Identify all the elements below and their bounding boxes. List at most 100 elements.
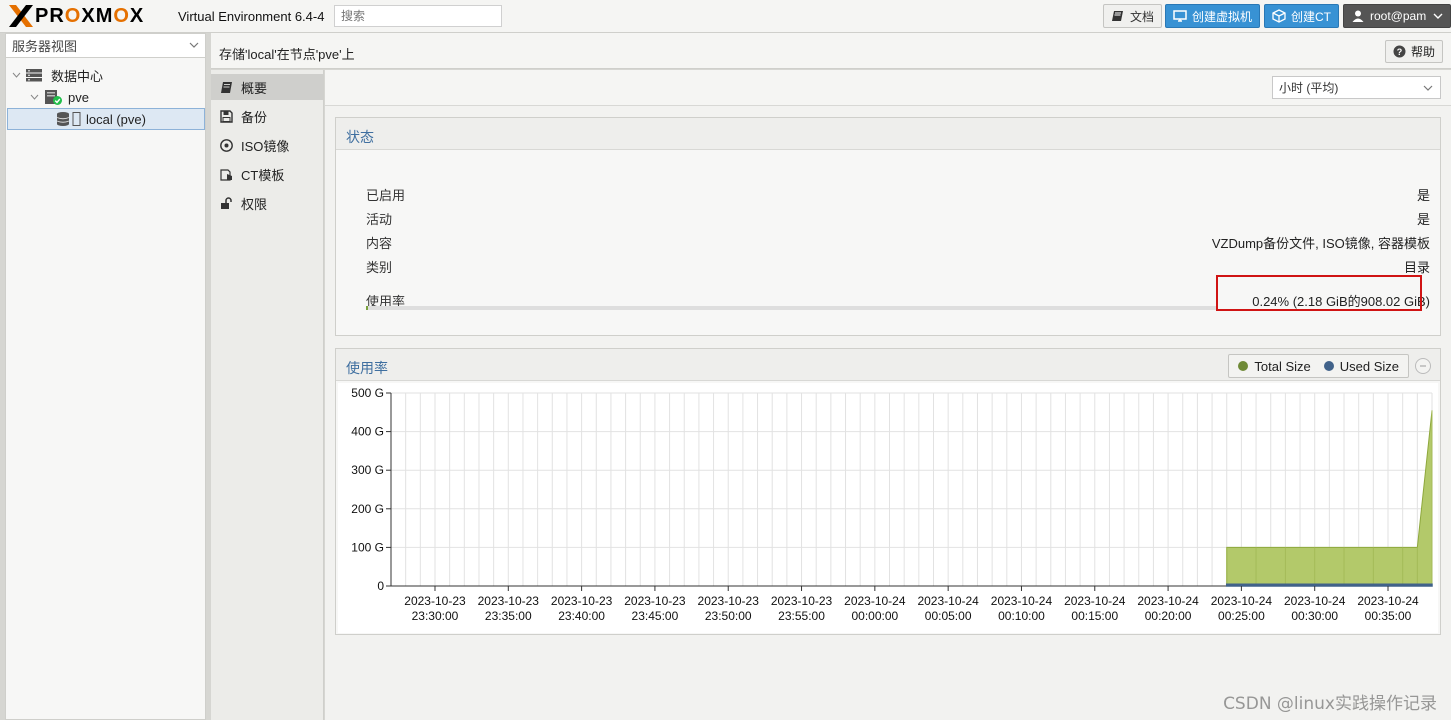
tree-item-storage-local[interactable]: local (pve): [7, 108, 205, 130]
help-button[interactable]: ? 帮助: [1384, 40, 1443, 63]
server-stack-icon: [26, 69, 42, 82]
summary-content: 小时 (平均) 状态 已启用 是 活动 是 内容 VZDump备份文件, ISO…: [325, 70, 1451, 720]
nav-label: CT模板: [241, 167, 285, 183]
resource-tree-panel: 服务器视图 数据中心 pve local (pve): [5, 33, 206, 720]
nav-label: 备份: [241, 109, 268, 125]
user-label: root@pam: [1370, 9, 1427, 23]
status-value: 是: [1416, 212, 1430, 227]
status-row-content: 内容 VZDump备份文件, ISO镜像, 容器模板: [366, 233, 1430, 253]
y-tick-label: 0: [377, 579, 384, 593]
y-tick-label: 100 G: [351, 540, 384, 554]
x-tick-label-date: 2023-10-23: [698, 594, 760, 608]
usage-chart-panel: 使用率 Total Size Used Size 0 100 G 200 G 300 …: [335, 348, 1441, 635]
y-tick-label: 500 G: [351, 386, 384, 400]
x-tick-label-time: 00:35:00: [1365, 609, 1412, 623]
y-tick-label: 400 G: [351, 425, 384, 439]
status-row-type: 类别 目录: [366, 257, 1430, 277]
x-tick-label-time: 23:55:00: [778, 609, 825, 623]
cube-icon: [1272, 9, 1286, 23]
x-tick-label-time: 23:45:00: [632, 609, 679, 623]
create-ct-label: 创建CT: [1291, 9, 1331, 24]
timeframe-select[interactable]: 小时 (平均): [1272, 76, 1441, 99]
user-menu-button[interactable]: root@pam: [1343, 4, 1451, 28]
chevron-down-icon: [1423, 85, 1433, 91]
chevron-down-icon: [1433, 13, 1443, 19]
series-area-used-size: [1225, 583, 1433, 587]
x-tick-label-time: 23:35:00: [485, 609, 532, 623]
template-icon: [220, 168, 232, 181]
monitor-icon: [1173, 10, 1187, 22]
status-panel: 状态 已启用 是 活动 是 内容 VZDump备份文件, ISO镜像, 容器模板…: [335, 117, 1441, 336]
chevron-down-icon: [189, 42, 199, 48]
help-label: 帮助: [1410, 45, 1435, 59]
book-icon: [1112, 11, 1123, 21]
collapse-tool-button[interactable]: [1415, 358, 1431, 374]
user-icon: [1352, 10, 1364, 22]
x-tick-label-time: 00:00:00: [851, 609, 898, 623]
tree-label-node: pve: [68, 89, 89, 105]
x-tick-label-date: 2023-10-23: [478, 594, 540, 608]
x-tick-label-time: 00:15:00: [1071, 609, 1118, 623]
usage-progress-bar: [366, 306, 1218, 310]
y-tick-label: 200 G: [351, 502, 384, 516]
usage-chart-area: 0 100 G 200 G 300 G 400 G 500 G 2023-10-23 23:3…: [338, 383, 1438, 633]
tree-item-datacenter[interactable]: 数据中心: [12, 65, 103, 85]
create-vm-button[interactable]: 创建虚拟机: [1165, 4, 1261, 28]
watermark: CSDN @linux实践操作记录: [1223, 694, 1437, 714]
status-key: 已启用: [366, 188, 406, 203]
floppy-icon: [220, 109, 233, 123]
content-header: 存储'local'在节点'pve'上 ? 帮助: [211, 33, 1451, 69]
x-tick-label-date: 2023-10-24: [917, 594, 979, 608]
status-row-active: 活动 是: [366, 209, 1430, 229]
x-tick-label-time: 00:25:00: [1218, 609, 1265, 623]
view-selector[interactable]: 服务器视图: [6, 34, 205, 58]
nav-item-permissions[interactable]: 权限: [211, 190, 323, 216]
status-value: 是: [1416, 188, 1430, 203]
nav-item-ct-templates[interactable]: CT模板: [211, 161, 323, 187]
view-selector-value: 服务器视图: [12, 39, 78, 54]
x-tick-label-time: 00:30:00: [1291, 609, 1338, 623]
minus-icon: [1420, 365, 1426, 367]
storage-icon: [56, 112, 81, 126]
unlock-icon: [221, 196, 232, 209]
status-panel-title: 状态: [336, 118, 1440, 150]
status-key: 内容: [366, 236, 393, 251]
x-tick-label-date: 2023-10-24: [991, 594, 1053, 608]
x-tick-label-time: 00:10:00: [998, 609, 1045, 623]
legend-total-swatch: [1238, 361, 1249, 371]
x-tick-label-date: 2023-10-24: [1137, 594, 1199, 608]
nav-item-summary[interactable]: 概要: [211, 74, 323, 100]
chart-legend[interactable]: Total Size Used Size: [1228, 354, 1409, 378]
status-value: VZDump备份文件, ISO镜像, 容器模板: [1211, 236, 1430, 251]
status-key: 类别: [366, 260, 393, 275]
question-circle-icon: ?: [1393, 45, 1406, 58]
x-tick-label-date: 2023-10-24: [1064, 594, 1126, 608]
create-ct-button[interactable]: 创建CT: [1264, 4, 1339, 28]
x-tick-label-date: 2023-10-24: [1357, 594, 1419, 608]
y-tick-label: 300 G: [351, 463, 384, 477]
usage-progress-fill: [366, 306, 369, 310]
search-input[interactable]: [334, 5, 502, 27]
nav-label: 权限: [241, 196, 268, 212]
tree-item-node-pve[interactable]: pve: [30, 87, 89, 107]
status-row-enabled: 已启用 是: [366, 185, 1430, 205]
disc-icon: [220, 138, 233, 152]
tree-label-datacenter: 数据中心: [51, 68, 104, 84]
usage-chart: 0100 G200 G300 G400 G500 G2023-10-2323:3…: [351, 386, 1433, 623]
x-tick-label-time: 23:40:00: [558, 609, 605, 623]
nav-item-backup[interactable]: 备份: [211, 103, 323, 129]
x-tick-label-date: 2023-10-23: [624, 594, 686, 608]
x-tick-label-date: 2023-10-24: [844, 594, 906, 608]
version-label: Virtual Environment 6.4-4: [178, 9, 325, 24]
proxmox-logo[interactable]: PROXMOX: [8, 3, 144, 29]
docs-button[interactable]: 文档: [1103, 4, 1163, 28]
legend-used-label: Used Size: [1339, 358, 1399, 374]
storage-nav-menu: 概要 备份 ISO镜像 CT模板 权限: [211, 70, 324, 720]
x-tick-label-date: 2023-10-24: [1211, 594, 1273, 608]
legend-total-label: Total Size: [1254, 358, 1311, 374]
nav-item-iso-images[interactable]: ISO镜像: [211, 132, 323, 158]
x-tick-label-date: 2023-10-23: [551, 594, 613, 608]
nav-label: ISO镜像: [241, 138, 290, 154]
node-online-icon: [45, 89, 62, 105]
x-tick-label-time: 23:30:00: [412, 609, 459, 623]
